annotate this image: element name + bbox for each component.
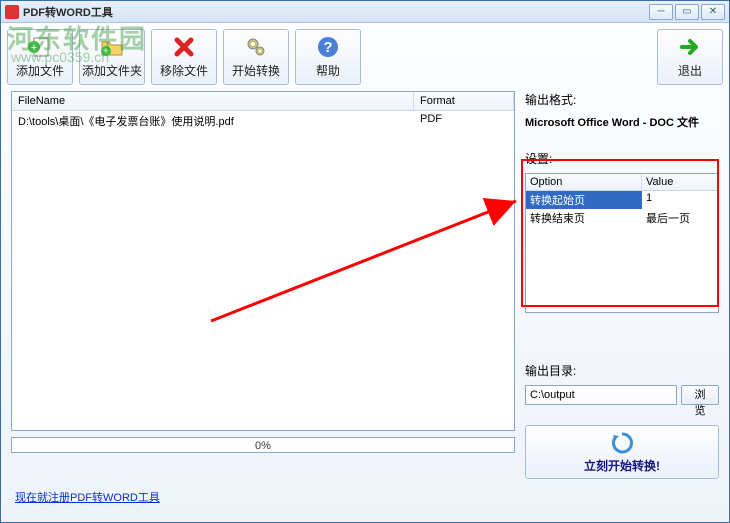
add-folder-label: 添加文件夹 [82, 62, 142, 79]
file-format-cell: PDF [414, 111, 514, 131]
right-panel: 输出格式: Microsoft Office Word - DOC 文件 设置:… [525, 91, 719, 479]
start-now-label: 立刻开始转换! [584, 457, 660, 474]
minimize-button[interactable]: ─ [649, 4, 673, 20]
remove-file-button[interactable]: 移除文件 [151, 29, 217, 85]
exit-button[interactable]: 退出 [657, 29, 723, 85]
exit-label: 退出 [678, 62, 702, 79]
svg-text:?: ? [323, 39, 332, 56]
add-file-label: 添加文件 [16, 62, 64, 79]
register-link[interactable]: 现在就注册PDF转WORD工具 [15, 492, 160, 504]
exit-icon [678, 35, 702, 59]
output-dir-input[interactable] [525, 385, 677, 405]
settings-value-cell[interactable]: 1 [642, 191, 718, 209]
output-format-label: 输出格式: [525, 91, 719, 108]
settings-row-start-page[interactable]: 转换起始页 1 [526, 191, 718, 209]
add-folder-button[interactable]: + 添加文件夹 [79, 29, 145, 85]
app-window: 河东软件园 www.pc0359.cn PDF转WORD工具 ─ ▭ ✕ + 添… [0, 0, 730, 523]
value-header[interactable]: Value [642, 174, 718, 190]
help-button[interactable]: ? 帮助 [295, 29, 361, 85]
settings-header: Option Value [526, 174, 718, 191]
help-label: 帮助 [316, 62, 340, 79]
settings-value-cell[interactable]: 最后一页 [642, 209, 718, 227]
option-header[interactable]: Option [526, 174, 642, 190]
start-convert-label: 开始转换 [232, 62, 280, 79]
file-name-cell: D:\tools\桌面\《电子发票台账》使用说明.pdf [12, 111, 414, 131]
maximize-button[interactable]: ▭ [675, 4, 699, 20]
settings-option-cell: 转换起始页 [526, 191, 642, 209]
left-panel: FileName Format D:\tools\桌面\《电子发票台账》使用说明… [11, 91, 515, 479]
browse-button[interactable]: 浏览 [681, 385, 719, 405]
gears-icon [244, 35, 268, 59]
app-icon [5, 5, 19, 19]
add-file-icon: + [28, 35, 52, 59]
settings-option-cell: 转换结束页 [526, 209, 642, 227]
remove-file-label: 移除文件 [160, 62, 208, 79]
progress-percent: 0% [12, 438, 514, 454]
file-table[interactable]: FileName Format D:\tools\桌面\《电子发票台账》使用说明… [11, 91, 515, 431]
svg-text:+: + [103, 46, 109, 57]
settings-table[interactable]: Option Value 转换起始页 1 转换结束页 最后一页 [525, 173, 719, 313]
progress-wrap: 0% [11, 437, 515, 453]
format-header[interactable]: Format [414, 92, 514, 110]
add-folder-icon: + [100, 35, 124, 59]
settings-label: 设置: [525, 150, 719, 167]
footer: 现在就注册PDF转WORD工具 [1, 485, 729, 513]
start-convert-button[interactable]: 开始转换 [223, 29, 289, 85]
svg-text:+: + [31, 42, 37, 54]
toolbar: + 添加文件 + 添加文件夹 移除文件 开始转换 ? 帮助 [1, 23, 729, 91]
progress-bar: 0% [11, 437, 515, 453]
filename-header[interactable]: FileName [12, 92, 414, 110]
close-button[interactable]: ✕ [701, 4, 725, 20]
remove-icon [172, 35, 196, 59]
titlebar: PDF转WORD工具 ─ ▭ ✕ [1, 1, 729, 23]
output-dir-label: 输出目录: [525, 362, 719, 379]
help-icon: ? [316, 35, 340, 59]
content-area: FileName Format D:\tools\桌面\《电子发票台账》使用说明… [1, 91, 729, 485]
refresh-icon [610, 431, 634, 455]
add-file-button[interactable]: + 添加文件 [7, 29, 73, 85]
file-table-header: FileName Format [12, 92, 514, 111]
output-format-value: Microsoft Office Word - DOC 文件 [525, 114, 719, 130]
table-row[interactable]: D:\tools\桌面\《电子发票台账》使用说明.pdf PDF [12, 111, 514, 131]
window-title: PDF转WORD工具 [23, 4, 649, 20]
start-now-button[interactable]: 立刻开始转换! [525, 425, 719, 479]
settings-row-end-page[interactable]: 转换结束页 最后一页 [526, 209, 718, 227]
